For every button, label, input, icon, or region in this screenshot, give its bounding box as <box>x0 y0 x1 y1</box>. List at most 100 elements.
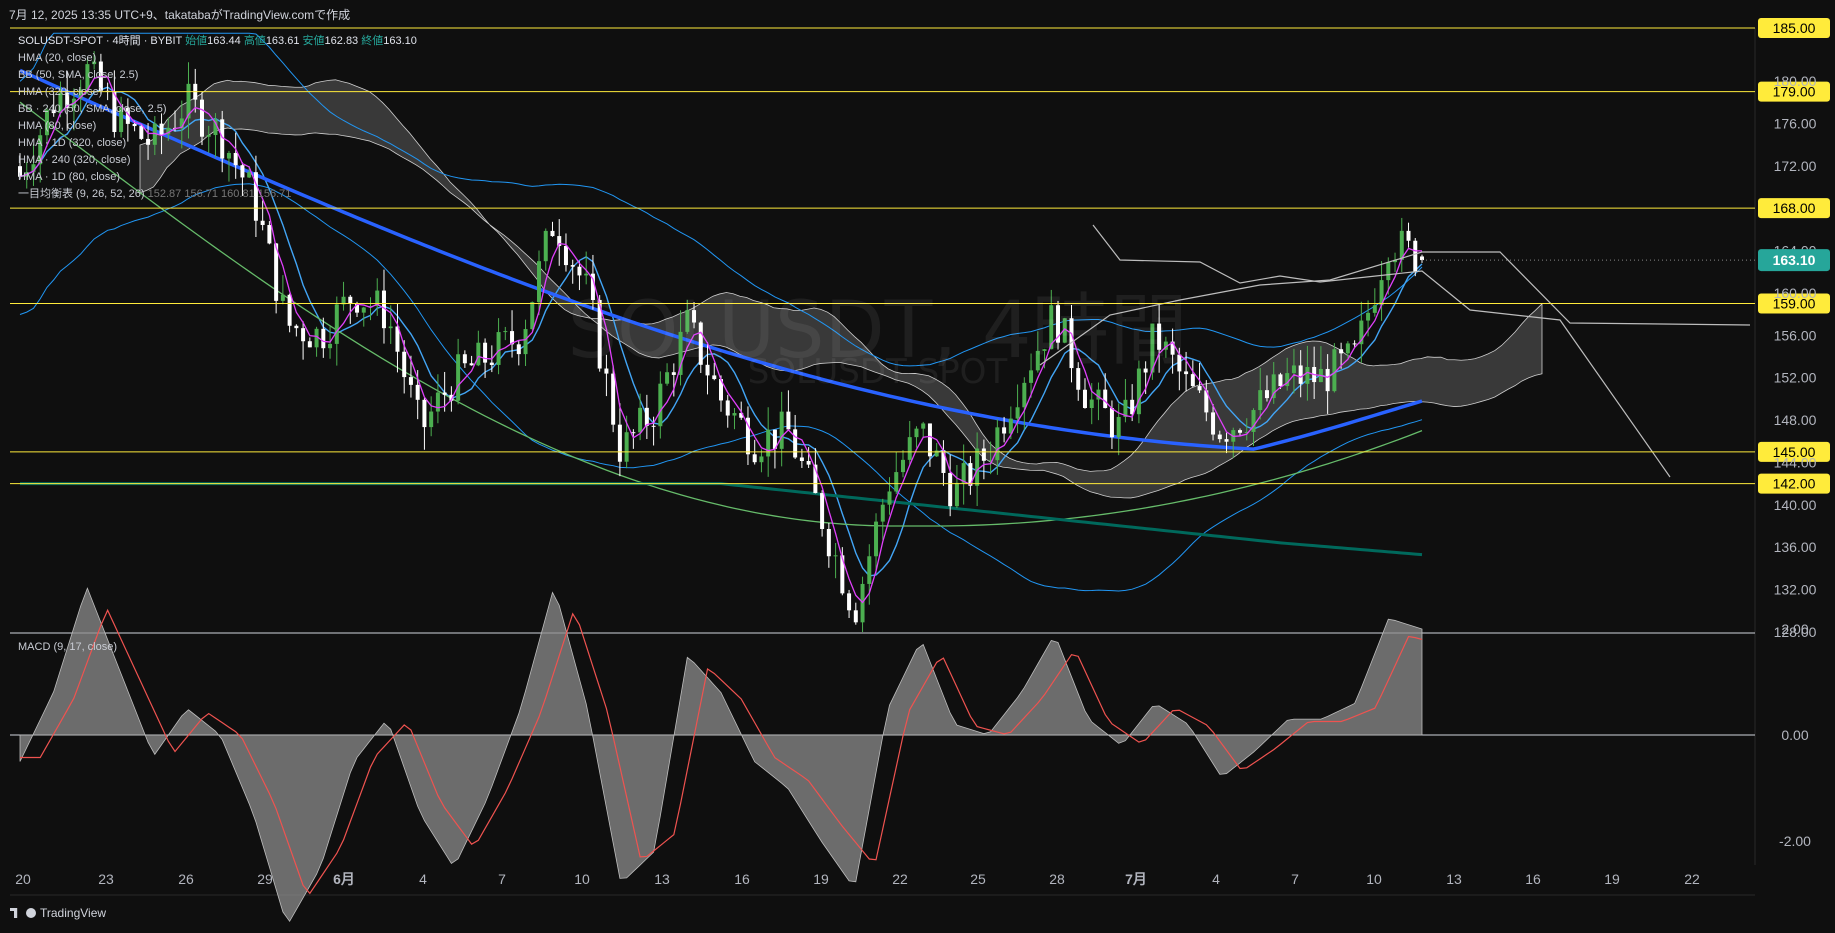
brand-name: TradingView <box>40 906 107 920</box>
macd-tick: 2.00 <box>1781 621 1808 637</box>
time-tick: 7 <box>498 871 506 887</box>
candle-body <box>435 392 440 412</box>
candle-body <box>954 482 959 507</box>
candle-body <box>847 593 852 611</box>
time-tick: 25 <box>970 871 986 887</box>
candle-body <box>799 457 804 462</box>
tradingview-dot-icon <box>26 908 36 918</box>
candle-body <box>1015 407 1020 419</box>
symbol-row[interactable]: SOLUSDT-SPOT · 4時間 · BYBIT 始値163.44 高値16… <box>18 33 417 50</box>
ichimoku-label: 一目均衡表 (9, 26, 52, 26) <box>18 188 145 200</box>
time-tick: 4 <box>1212 871 1220 887</box>
candle-body <box>1089 399 1094 408</box>
candle-body <box>267 224 272 244</box>
high-label: 高値 <box>243 35 266 47</box>
candle-body <box>543 230 548 262</box>
candle-body <box>1217 434 1222 440</box>
candle-body <box>1082 389 1087 408</box>
indicator-1[interactable]: BB (50, SMA, close, 2.5) <box>18 67 417 84</box>
price-tick: 132.00 <box>1774 582 1817 598</box>
candle-body <box>826 528 831 557</box>
chart-header: 7月 12, 2025 13:35 UTC+9、takatabaがTrading… <box>9 8 351 22</box>
candle-body <box>820 493 825 529</box>
ichimoku-row[interactable]: 一目均衡表 (9, 26, 52, 26) 152.87 156.71 160.… <box>18 186 417 203</box>
time-tick: 16 <box>1525 871 1541 887</box>
chart-legend: SOLUSDT-SPOT · 4時間 · BYBIT 始値163.44 高値16… <box>18 33 417 203</box>
time-tick: 4 <box>419 871 427 887</box>
level-label: 185.00 <box>1773 20 1816 36</box>
price-tick: 176.00 <box>1774 115 1817 131</box>
macd-legend[interactable]: MACD (9, 17, close) <box>18 641 117 653</box>
indicator-2[interactable]: HMA (320, close) <box>18 84 417 101</box>
candle-body <box>1406 230 1411 241</box>
time-tick: 13 <box>1446 871 1462 887</box>
candle-body <box>422 399 427 428</box>
candle-body <box>995 427 1000 461</box>
indicator-0[interactable]: HMA (20, close) <box>18 50 417 67</box>
candle-body <box>617 424 622 462</box>
candle-body <box>570 265 575 267</box>
candle-body <box>786 411 791 430</box>
indicator-7[interactable]: HMA · 1D (80, close) <box>18 169 417 186</box>
candle-body <box>948 472 953 507</box>
candle-body <box>853 610 858 623</box>
candle-body <box>887 491 892 505</box>
candle-body <box>732 413 737 416</box>
indicator-5[interactable]: HMA · 1D (320, close) <box>18 135 417 152</box>
candle-body <box>624 432 629 462</box>
ichimoku-v3: 160.81 <box>221 188 255 200</box>
candle-body <box>725 400 730 416</box>
candle-body <box>981 448 986 461</box>
indicator-3[interactable]: BB · 240 (50, SMA, close, 2.5) <box>18 101 417 118</box>
macd-tick: 0.00 <box>1781 727 1808 743</box>
candle-body <box>900 459 905 473</box>
symbol-label: SOLUSDT-SPOT · 4時間 · BYBIT <box>18 35 183 47</box>
candle-body <box>934 450 939 457</box>
price-tick: 144.00 <box>1774 454 1817 470</box>
ichimoku-v4: 156.71 <box>257 188 292 200</box>
candle-body <box>631 432 636 434</box>
candle-body <box>442 392 447 395</box>
time-tick: 7月 <box>1125 871 1147 887</box>
candle-body <box>806 461 811 465</box>
indicator-6[interactable]: HMA · 240 (320, close) <box>18 152 417 169</box>
indicator-4[interactable]: HMA (80, close) <box>18 118 417 135</box>
tradingview-logo-icon <box>10 908 18 918</box>
time-tick: 22 <box>892 871 908 887</box>
time-tick: 20 <box>15 871 31 887</box>
price-tick: 172.00 <box>1774 158 1817 174</box>
price-tick: 180.00 <box>1774 73 1817 89</box>
candle-body <box>1224 439 1229 442</box>
candle-body <box>752 454 757 463</box>
candle-body <box>793 429 798 458</box>
candle-body <box>1103 389 1108 409</box>
candle-body <box>766 429 771 457</box>
time-tick: 28 <box>1049 871 1065 887</box>
candle-body <box>894 472 899 492</box>
tradingview-brand[interactable]: TradingView <box>10 906 106 920</box>
high-value: 163.61 <box>265 35 300 47</box>
candle-body <box>975 448 980 486</box>
ichimoku-v1: 152.87 <box>147 188 182 200</box>
candle-body <box>550 230 555 237</box>
ichimoku-v2: 156.71 <box>184 188 218 200</box>
candle-body <box>644 407 649 426</box>
time-tick: 23 <box>98 871 114 887</box>
candle-body <box>1420 256 1424 261</box>
low-label: 安値 <box>302 35 325 47</box>
candle-body <box>867 556 872 584</box>
macd-tick: -2.00 <box>1779 833 1811 849</box>
time-tick: 6月 <box>333 871 355 887</box>
time-tick: 7 <box>1291 871 1299 887</box>
candle-body <box>1116 416 1121 438</box>
time-tick: 22 <box>1684 871 1700 887</box>
level-label: 168.00 <box>1773 200 1816 216</box>
candle-body <box>651 425 656 427</box>
candle-body <box>779 411 784 449</box>
time-tick: 13 <box>654 871 670 887</box>
candle-body <box>921 423 926 429</box>
watermark-subtitle: SOLUSDT SPOT <box>747 352 1008 392</box>
time-tick: 29 <box>257 871 273 887</box>
candle-body <box>638 407 643 433</box>
time-tick: 19 <box>813 871 829 887</box>
